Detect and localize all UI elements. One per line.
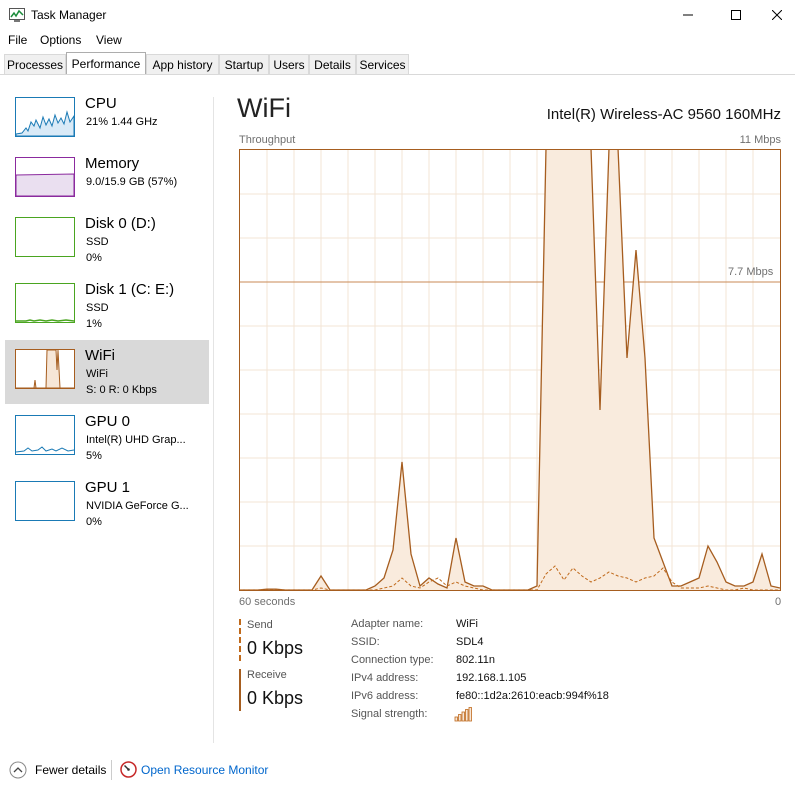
sidebar-item-detail: SSD — [86, 236, 109, 248]
tab-strip: Processes Performance App history Startu… — [0, 52, 795, 75]
disk-1-thumbnail — [15, 283, 75, 323]
sidebar-item-name: WiFi — [85, 347, 115, 364]
prop-label-connection-type: Connection type: — [351, 654, 434, 666]
sidebar-item-value: 0% — [86, 252, 102, 264]
footer-divider — [111, 760, 112, 780]
sidebar-item-name: GPU 0 — [85, 413, 131, 430]
sidebar-item-cpu[interactable]: CPU 21% 1.44 GHz — [5, 88, 209, 152]
sidebar-item-name: CPU — [85, 95, 117, 112]
prop-label-adapter-name: Adapter name: — [351, 618, 424, 630]
tab-details[interactable]: Details — [309, 54, 356, 74]
send-label: Send — [247, 619, 273, 631]
menu-file[interactable]: File — [8, 33, 27, 47]
throughput-label: Throughput — [239, 134, 296, 146]
sidebar-item-gpu-1[interactable]: GPU 1 NVIDIA GeForce G... 0% — [5, 472, 209, 536]
tab-app-history[interactable]: App history — [146, 54, 219, 74]
sidebar-item-detail: 9.0/15.9 GB (57%) — [86, 176, 178, 188]
prop-value-ssid: SDL4 — [456, 636, 484, 648]
tab-performance[interactable]: Performance — [66, 52, 146, 74]
sidebar-item-name: Disk 0 (D:) — [85, 215, 156, 232]
prop-label-ssid: SSID: — [351, 636, 380, 648]
prop-label-signal-strength: Signal strength: — [351, 708, 428, 720]
footer: Fewer details Open Resource Monitor — [0, 757, 795, 787]
sidebar-item-value: S: 0 R: 0 Kbps — [86, 384, 157, 396]
window-title: Task Manager — [31, 8, 107, 22]
tab-processes[interactable]: Processes — [4, 54, 66, 74]
tab-services[interactable]: Services — [356, 54, 409, 74]
sidebar-item-name: Disk 1 (C: E:) — [85, 281, 175, 298]
gpu-1-thumbnail — [15, 481, 75, 521]
page-title: WiFi — [237, 93, 291, 123]
sidebar-item-value: 5% — [86, 450, 102, 462]
maximize-icon — [731, 10, 741, 20]
sidebar-item-memory[interactable]: Memory 9.0/15.9 GB (57%) — [5, 148, 209, 212]
prop-value-ipv4: 192.168.1.105 — [456, 672, 527, 684]
close-icon — [771, 10, 782, 20]
sidebar-item-detail: 21% 1.44 GHz — [86, 116, 158, 128]
sidebar-item-name: Memory — [85, 155, 140, 172]
signal-strength-icon — [454, 707, 472, 722]
tab-startup[interactable]: Startup — [219, 54, 269, 74]
menu-view[interactable]: View — [96, 33, 122, 47]
throughput-chart — [240, 150, 780, 590]
receive-value: 0 Kbps — [247, 688, 304, 708]
x-axis-right-label: 0 — [775, 596, 782, 608]
cpu-thumbnail — [15, 97, 75, 137]
tab-users[interactable]: Users — [269, 54, 309, 74]
sidebar-item-name: GPU 1 — [85, 479, 131, 496]
minimize-button[interactable] — [665, 0, 711, 30]
open-resource-monitor-link[interactable]: Open Resource Monitor — [141, 763, 268, 777]
title-bar: Task Manager — [0, 0, 795, 30]
sidebar-item-value: 1% — [86, 318, 102, 330]
minimize-icon — [683, 14, 693, 16]
throughput-graph — [239, 149, 781, 591]
gpu-0-thumbnail — [15, 415, 75, 455]
prop-label-ipv4: IPv4 address: — [351, 672, 419, 684]
adapter-model: Intel(R) Wireless-AC 9560 160MHz — [546, 106, 781, 123]
close-button[interactable] — [758, 0, 795, 30]
fewer-details-button[interactable]: Fewer details — [35, 763, 106, 777]
prop-value-ipv6: fe80::1d2a:2610:eacb:994f%18 — [456, 690, 609, 702]
sidebar-item-gpu-0[interactable]: GPU 0 Intel(R) UHD Grap... 5% — [5, 406, 209, 470]
send-legend-bar — [239, 619, 241, 661]
prop-label-ipv6: IPv6 address: — [351, 690, 419, 702]
x-axis-left-label: 60 seconds — [239, 596, 296, 608]
sidebar-item-detail: Intel(R) UHD Grap... — [86, 434, 186, 446]
sidebar-item-detail: WiFi — [86, 368, 108, 380]
task-manager-icon — [9, 8, 25, 22]
maximize-button[interactable] — [713, 0, 759, 30]
receive-legend-bar — [239, 669, 241, 711]
sidebar-divider — [213, 97, 214, 743]
wifi-thumbnail — [15, 349, 75, 389]
receive-label: Receive — [247, 669, 287, 681]
sidebar-item-detail: NVIDIA GeForce G... — [86, 500, 189, 512]
menu-options[interactable]: Options — [40, 33, 81, 47]
tab-divider — [0, 74, 795, 75]
sidebar-item-disk-0[interactable]: Disk 0 (D:) SSD 0% — [5, 208, 209, 272]
disk-0-thumbnail — [15, 217, 75, 257]
chevron-up-icon[interactable] — [9, 761, 27, 779]
send-value: 0 Kbps — [247, 638, 304, 658]
sidebar-item-detail: SSD — [86, 302, 109, 314]
sidebar-item-value: 0% — [86, 516, 102, 528]
memory-thumbnail — [15, 157, 75, 197]
sidebar-item-wifi[interactable]: WiFi WiFi S: 0 R: 0 Kbps — [5, 340, 209, 404]
gridline-label: 7.7 Mbps — [728, 266, 774, 278]
resource-monitor-icon — [120, 761, 137, 778]
prop-value-adapter-name: WiFi — [456, 618, 478, 630]
max-scale-label: 11 Mbps — [739, 134, 781, 146]
sidebar-item-disk-1[interactable]: Disk 1 (C: E:) SSD 1% — [5, 274, 209, 338]
prop-value-connection-type: 802.11n — [456, 654, 495, 666]
